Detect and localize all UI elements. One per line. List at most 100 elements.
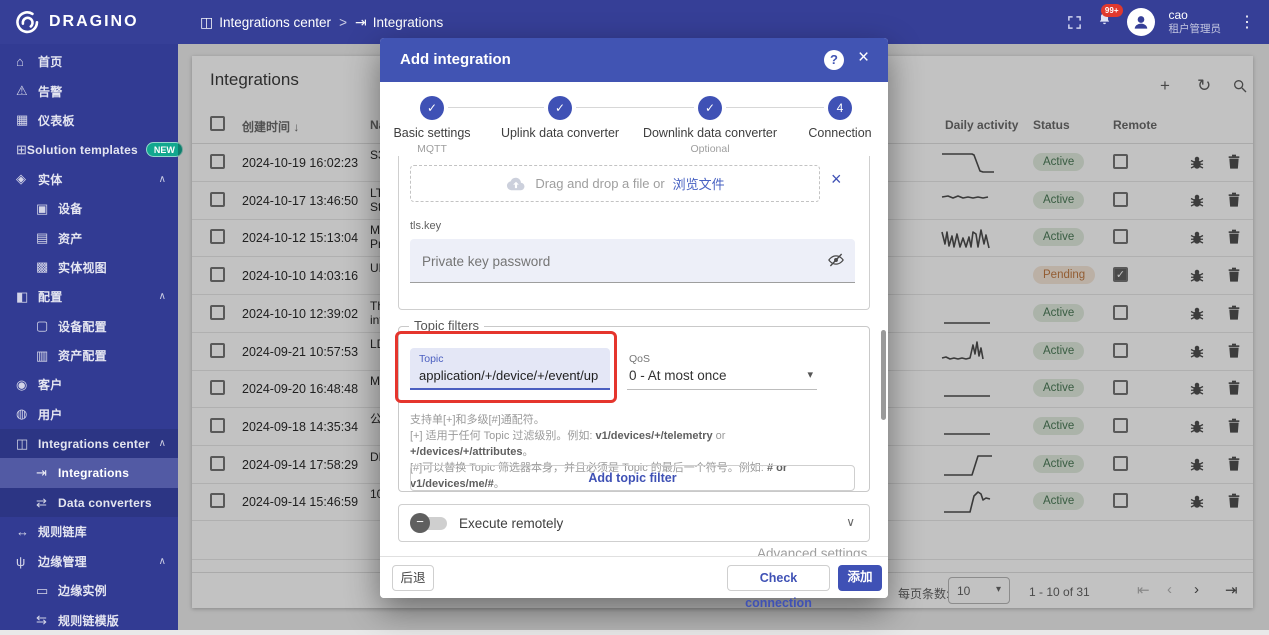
sidebar-item-label: 实体视图 — [58, 259, 107, 276]
step-2-indicator[interactable]: ✓ — [548, 96, 572, 120]
logo-text: DRAGINO — [49, 13, 139, 31]
devices-icon: ▣ — [36, 201, 58, 217]
sidebar-item-规则链模版[interactable]: ⇆规则链模版 — [0, 605, 178, 634]
dropzone-text: Drag and drop a file or — [535, 176, 664, 191]
sidebar-item-label: 设备 — [58, 200, 82, 217]
integrations-center-icon: ◫ — [16, 436, 38, 452]
sidebar-item-规则链库[interactable]: ↔规则链库 — [0, 517, 178, 546]
sidebar-item-label: 资产配置 — [58, 347, 107, 364]
execute-remotely-toggle[interactable]: − — [413, 517, 447, 530]
entity-views-icon: ▩ — [36, 259, 58, 275]
help-line: 支持单[+]和多级[#]通配符。 — [410, 412, 850, 428]
fullscreen-icon — [1067, 15, 1082, 30]
clear-file-button[interactable]: × — [831, 169, 842, 190]
add-topic-filter-button[interactable]: Add topic filter — [410, 465, 855, 491]
eye-off-icon — [827, 251, 845, 269]
sidebar-item-告警[interactable]: ⚠告警 — [0, 76, 178, 105]
sidebar: ⌂首页⚠告警▦仪表板⊞Solution templatesNEW◈实体∧▣设备▤… — [0, 44, 178, 630]
user-name: cao — [1169, 9, 1222, 23]
entities-icon: ◈ — [16, 171, 38, 187]
users-icon: ◍ — [16, 406, 38, 422]
more-menu-button[interactable]: ⋮ — [1235, 12, 1259, 32]
data-converters-icon: ⇄ — [36, 495, 58, 511]
asset-profiles-icon: ▥ — [36, 348, 58, 364]
sidebar-item-label: Integrations — [58, 466, 129, 480]
collapse-icon[interactable]: ∧ — [159, 556, 166, 567]
sidebar-item-label: Data converters — [58, 496, 152, 510]
sidebar-item-资产[interactable]: ▤资产 — [0, 223, 178, 252]
step-3-sublabel: Optional — [690, 143, 729, 155]
sidebar-item-首页[interactable]: ⌂首页 — [0, 47, 178, 76]
add-integration-dialog: Add integration ? × ✓Basic settingsMQTT✓… — [380, 38, 888, 598]
sidebar-item-solution-templates[interactable]: ⊞Solution templatesNEW — [0, 135, 178, 164]
sidebar-item-label: 用户 — [38, 406, 62, 423]
sidebar-item-label: 设备配置 — [58, 318, 107, 335]
chevron-down-icon[interactable]: ∨ — [846, 515, 855, 529]
sidebar-item-label: 仪表板 — [38, 112, 75, 129]
sidebar-item-设备[interactable]: ▣设备 — [0, 194, 178, 223]
alarms-icon: ⚠ — [16, 83, 38, 99]
rule-chains-icon: ↔ — [16, 524, 38, 539]
close-button[interactable]: × — [858, 47, 869, 69]
qos-select[interactable]: QoS 0 - At most once ▾ — [627, 348, 817, 390]
help-button[interactable]: ? — [824, 50, 844, 70]
sidebar-item-用户[interactable]: ◍用户 — [0, 400, 178, 429]
sidebar-item-边缘管理[interactable]: ψ边缘管理∧ — [0, 547, 178, 576]
step-3-label: Downlink data converter — [643, 126, 777, 140]
collapse-icon[interactable]: ∧ — [159, 291, 166, 302]
modal-scrollbar[interactable] — [881, 330, 886, 420]
step-connector — [576, 107, 694, 108]
user-info[interactable]: cao 租户管理员 — [1169, 9, 1222, 35]
sidebar-item-label: Solution templates — [27, 143, 138, 157]
sidebar-item-实体视图[interactable]: ▩实体视图 — [0, 253, 178, 282]
edge-management-icon: ψ — [16, 554, 38, 569]
sidebar-item-仪表板[interactable]: ▦仪表板 — [0, 106, 178, 135]
edge-instances-icon: ▭ — [36, 583, 58, 599]
tls-key-label: tls.key — [410, 220, 441, 232]
step-1-indicator[interactable]: ✓ — [420, 96, 444, 120]
private-key-password-field[interactable]: Private key password — [410, 239, 855, 283]
check-connection-button[interactable]: Check connection — [727, 565, 830, 591]
file-dropzone[interactable]: Drag and drop a file or 浏览文件 — [410, 165, 820, 202]
integrations-icon: ⇥ — [36, 465, 58, 481]
sidebar-item-配置[interactable]: ◧配置∧ — [0, 282, 178, 311]
toggle-password-visibility-button[interactable] — [827, 251, 845, 274]
device-profiles-icon: ▢ — [36, 318, 58, 334]
step-2-label: Uplink data converter — [501, 126, 619, 140]
sidebar-item-label: 客户 — [38, 376, 62, 393]
sidebar-item-label: Integrations center — [38, 437, 150, 451]
home-icon: ⌂ — [16, 54, 38, 69]
add-button[interactable]: 添加 — [838, 565, 882, 591]
breadcrumb-separator: > — [339, 15, 347, 30]
sidebar-item-integrations-center[interactable]: ◫Integrations center ∧ — [0, 429, 178, 458]
breadcrumb-integrations-center[interactable]: ◫ Integrations center — [200, 14, 331, 31]
sidebar-item-data-converters[interactable]: ⇄Data converters — [0, 488, 178, 517]
step-4-indicator[interactable]: 4 — [828, 96, 852, 120]
sidebar-item-label: 实体 — [38, 171, 62, 188]
sidebar-item-label: 规则链库 — [38, 523, 87, 540]
sidebar-item-integrations[interactable]: ⇥Integrations — [0, 458, 178, 487]
avatar[interactable] — [1127, 8, 1155, 36]
sidebar-item-边缘实例[interactable]: ▭边缘实例 — [0, 576, 178, 605]
notifications-button[interactable]: 99+ — [1096, 11, 1113, 33]
step-connector — [448, 107, 544, 108]
sidebar-item-label: 配置 — [38, 288, 62, 305]
browse-file-link[interactable]: 浏览文件 — [673, 174, 725, 193]
back-button[interactable]: 后退 — [392, 565, 434, 591]
topic-input[interactable]: Topic application/+/device/+/event/up — [410, 348, 610, 390]
sidebar-item-label: 规则链模版 — [58, 612, 119, 629]
dragino-logo: DRAGINO — [14, 0, 139, 44]
sidebar-item-实体[interactable]: ◈实体 ∧ — [0, 165, 178, 194]
collapse-icon[interactable]: ∧ — [159, 174, 166, 185]
sidebar-item-客户[interactable]: ◉客户 — [0, 370, 178, 399]
topic-value: application/+/device/+/event/up — [419, 368, 598, 383]
upload-cloud-icon — [505, 176, 527, 192]
sidebar-item-资产配置[interactable]: ▥资产配置 — [0, 341, 178, 370]
step-3-indicator[interactable]: ✓ — [698, 96, 722, 120]
breadcrumb-integrations[interactable]: ⇥ Integrations — [355, 14, 443, 31]
sidebar-item-设备配置[interactable]: ▢设备配置 — [0, 312, 178, 341]
collapse-icon[interactable]: ∧ — [159, 438, 166, 449]
topic-label: Topic — [419, 353, 444, 365]
fullscreen-button[interactable] — [1067, 15, 1082, 30]
rule-chain-templates-icon: ⇆ — [36, 612, 58, 628]
